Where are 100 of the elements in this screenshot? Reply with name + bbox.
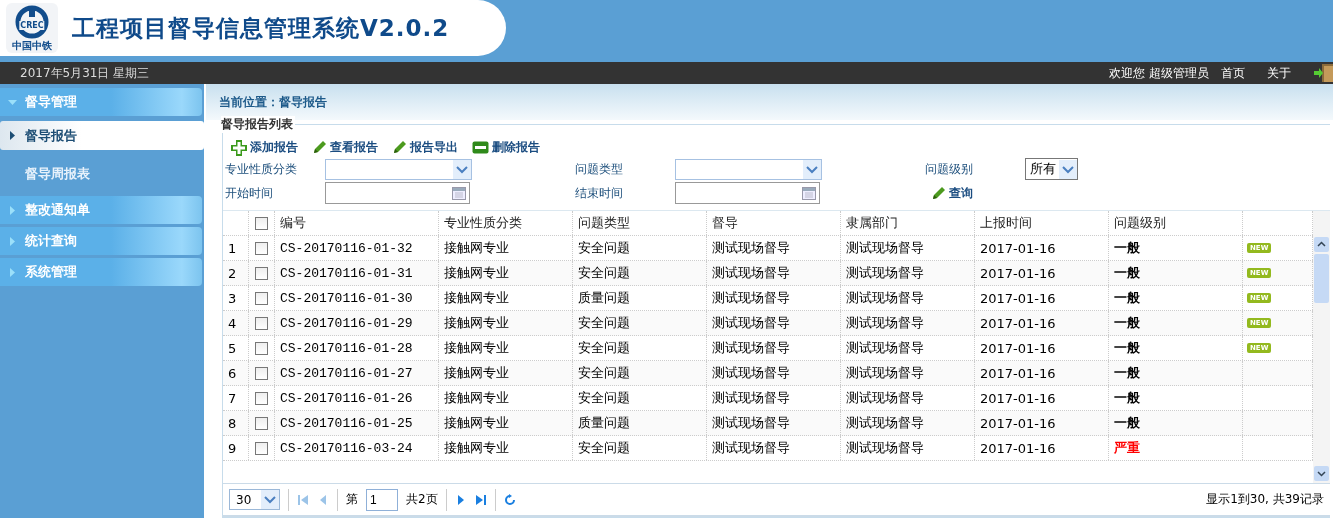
table-cell: 质量问题: [573, 286, 707, 310]
scroll-down-icon[interactable]: [1314, 466, 1329, 481]
table-cell: CS-20170116-01-26: [275, 386, 439, 410]
scroll-thumb[interactable]: [1314, 254, 1329, 303]
table-cell: CS-20170116-01-29: [275, 311, 439, 335]
logo-icon: [15, 5, 49, 39]
nav-link[interactable]: 关于: [1267, 64, 1291, 82]
dropdown-icon[interactable]: [1059, 159, 1077, 179]
column-header[interactable]: 问题级别: [1109, 211, 1243, 235]
expanded-icon: [8, 97, 17, 107]
table-cell: CS-20170116-01-31: [275, 261, 439, 285]
table-cell: 测试现场督导: [841, 286, 975, 310]
calendar-icon[interactable]: [802, 186, 816, 200]
row-checkbox[interactable]: [255, 366, 268, 380]
table-cell: CS-20170116-01-25: [275, 411, 439, 435]
row-number: 8: [223, 411, 249, 435]
pencil-icon: [312, 140, 327, 155]
pencil-icon: [392, 140, 407, 155]
table-cell: 安全问题: [573, 361, 707, 385]
scrollbar[interactable]: [1313, 211, 1330, 483]
table-cell: 严重: [1109, 436, 1243, 460]
row-checkbox[interactable]: [255, 441, 268, 455]
row-checkbox[interactable]: [255, 241, 268, 255]
row-checkbox[interactable]: [255, 416, 268, 430]
table-cell: 测试现场督导: [841, 261, 975, 285]
start-date-field[interactable]: [325, 182, 470, 204]
table-cell: CS-20170116-01-27: [275, 361, 439, 385]
select-all-checkbox[interactable]: [255, 216, 268, 230]
collapsed-icon: [8, 267, 17, 277]
row-number: 4: [223, 311, 249, 335]
app-title: 工程项目督导信息管理系统V2.0.2: [72, 13, 450, 43]
table-cell: 2017-01-16: [975, 286, 1109, 310]
table-cell: 接触网专业: [439, 336, 573, 360]
table-cell: 2017-01-16: [975, 236, 1109, 260]
table-cell: 测试现场督导: [707, 361, 841, 385]
minus-icon: [472, 141, 489, 154]
page-size-select[interactable]: 30: [229, 489, 280, 510]
table-cell: 2017-01-16: [975, 386, 1109, 410]
page-count: 共2页: [406, 491, 438, 508]
page-input[interactable]: 1: [366, 488, 398, 511]
column-header[interactable]: 督导: [707, 211, 841, 235]
table-cell: 接触网专业: [439, 411, 573, 435]
toolbar-button[interactable]: 查看报告: [312, 139, 378, 156]
column-header[interactable]: 编号: [275, 211, 439, 235]
table-cell: 2017-01-16: [975, 336, 1109, 360]
row-checkbox[interactable]: [255, 391, 268, 405]
table-cell: 测试现场督导: [707, 411, 841, 435]
door-icon[interactable]: [1313, 64, 1333, 82]
row-checkbox[interactable]: [255, 341, 268, 355]
welcome-text: 欢迎您 超级管理员: [1109, 64, 1209, 82]
table-cell: 安全问题: [573, 311, 707, 335]
column-header[interactable]: 问题类型: [573, 211, 707, 235]
table-cell: 测试现场督导: [707, 261, 841, 285]
query-button[interactable]: 查询: [931, 184, 1025, 202]
table-cell: 接触网专业: [439, 361, 573, 385]
column-header[interactable]: 隶属部门: [841, 211, 975, 235]
row-checkbox[interactable]: [255, 291, 268, 305]
table-cell: 接触网专业: [439, 236, 573, 260]
table-cell: 一般: [1109, 286, 1243, 310]
table-cell: 质量问题: [573, 411, 707, 435]
end-date-field[interactable]: [675, 182, 820, 204]
scroll-up-icon[interactable]: [1314, 237, 1329, 252]
last-page-icon[interactable]: [474, 493, 487, 506]
table-cell: CS-20170116-03-24: [275, 436, 439, 460]
table-cell: 安全问题: [573, 236, 707, 260]
table-cell: 安全问题: [573, 386, 707, 410]
row-number: 6: [223, 361, 249, 385]
table-cell: 测试现场督导: [707, 386, 841, 410]
row-checkbox[interactable]: [255, 266, 268, 280]
column-header[interactable]: 上报时间: [975, 211, 1109, 235]
level-select[interactable]: 所有: [1025, 158, 1078, 180]
table-cell: 测试现场督导: [707, 336, 841, 360]
table-cell: 测试现场督导: [841, 411, 975, 435]
table-cell: 安全问题: [573, 336, 707, 360]
nav-link[interactable]: 首页: [1221, 64, 1245, 82]
table-cell: 2017-01-16: [975, 311, 1109, 335]
collapsed-icon: [8, 236, 17, 246]
filter-label: 问题级别: [925, 160, 974, 178]
table-cell: 一般: [1109, 411, 1243, 435]
table-cell: 测试现场督导: [707, 311, 841, 335]
menu-item[interactable]: 督导报告: [0, 121, 204, 150]
dropdown-icon[interactable]: [453, 159, 471, 179]
row-number: 2: [223, 261, 249, 285]
column-header[interactable]: 专业性质分类: [439, 211, 573, 235]
filter-label: 结束时间: [575, 184, 624, 202]
current-date: 2017年5月31日 星期三: [20, 64, 150, 82]
dropdown-icon[interactable]: [261, 490, 279, 509]
toolbar-button[interactable]: 添加报告: [231, 139, 298, 156]
table-cell: 一般: [1109, 361, 1243, 385]
toolbar-button[interactable]: 报告导出: [392, 139, 458, 156]
table-cell: 接触网专业: [439, 436, 573, 460]
table-cell: 一般: [1109, 261, 1243, 285]
refresh-icon[interactable]: [503, 493, 516, 506]
filter-label: 开始时间: [225, 184, 274, 202]
table-cell: 测试现场督导: [841, 236, 975, 260]
row-checkbox[interactable]: [255, 316, 268, 330]
dropdown-icon[interactable]: [803, 159, 821, 179]
page-label: 第: [346, 491, 358, 508]
toolbar-button[interactable]: 删除报告: [472, 139, 540, 156]
calendar-icon[interactable]: [452, 186, 466, 200]
